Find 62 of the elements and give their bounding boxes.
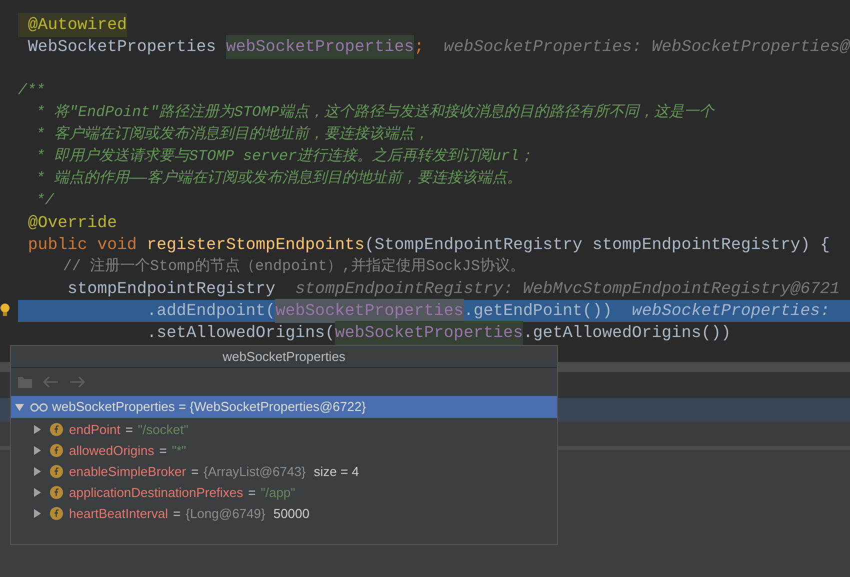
- collapse-triangle-icon[interactable]: [15, 402, 24, 412]
- field-name: endPoint: [69, 420, 120, 439]
- code-text: .getEndPoint()): [464, 300, 612, 322]
- expand-triangle-icon[interactable]: [33, 509, 42, 518]
- field-detail: 50000: [273, 504, 310, 523]
- tree-row[interactable]: applicationDestinationPrefixes = "/app": [11, 482, 557, 503]
- inline-value-hint: webSocketProperties:: [630, 300, 830, 322]
- doc-comment: * 客户端在订阅或发布消息到目的地址前，要连接该端点，: [35, 124, 430, 145]
- annotation: @Override: [26, 212, 118, 234]
- tree-row[interactable]: allowedOrigins = "*": [11, 440, 557, 461]
- doc-comment: */: [35, 190, 54, 211]
- tree-row[interactable]: webSocketProperties = {WebSocketProperties@6722}: [11, 396, 557, 418]
- lightbulb-icon[interactable]: [0, 303, 10, 317]
- field-value: {ArrayList@6743}: [204, 462, 306, 481]
- field-reference: webSocketProperties: [334, 320, 523, 346]
- doc-comment: /**: [18, 80, 46, 101]
- code-text: (StompEndpointRegistry stompEndpointRegistry) {: [364, 234, 830, 256]
- field-value: "*": [172, 442, 186, 460]
- field-value: "/socket": [138, 420, 188, 439]
- watch-glasses-icon: [30, 402, 48, 412]
- code-text: stompEndpointRegistry: [66, 278, 276, 300]
- doc-comment: * 端点的作用——客户端在订阅或发布消息到目的地址前，要连接该端点。: [35, 168, 522, 189]
- expand-triangle-icon[interactable]: [33, 446, 42, 455]
- field-name: enableSimpleBroker: [69, 462, 186, 481]
- field-value: "/app": [260, 484, 296, 502]
- equals-sign: =: [125, 420, 133, 439]
- tree-row[interactable]: heartBeatInterval = {Long@6749} 50000: [11, 503, 557, 524]
- annotation: @Autowired: [18, 12, 127, 38]
- inline-value-hint: stompEndpointRegistry: WebMvcStompEndpointRegistry@6721: [294, 278, 840, 300]
- field-icon: [50, 486, 63, 499]
- method-name: registerStompEndpoints: [146, 234, 365, 256]
- equals-sign: =: [159, 442, 167, 460]
- equals-sign: =: [191, 462, 199, 481]
- field-detail: size = 4: [314, 462, 359, 481]
- variable-text: webSocketProperties = {WebSocketProperties@6722}: [52, 398, 366, 416]
- inline-value-hint: webSocketProperties: WebSocketProperties@: [442, 36, 850, 58]
- keyword: ;: [414, 36, 424, 58]
- field-name: allowedOrigins: [69, 442, 154, 460]
- equals-sign: =: [248, 484, 256, 502]
- line-comment: // 注册一个Stomp的节点（endpoint）,并指定使用SockJS协议。: [62, 256, 526, 277]
- code-text: WebSocketProperties: [26, 36, 218, 58]
- field-name: applicationDestinationPrefixes: [69, 484, 244, 502]
- keyword: public void: [26, 234, 138, 256]
- expand-triangle-icon[interactable]: [33, 467, 42, 476]
- code-text: .getAllowedOrigins()): [523, 322, 731, 344]
- tree-row[interactable]: endPoint = "/socket": [11, 419, 557, 440]
- field-value: {Long@6749}: [186, 504, 266, 523]
- tree-row[interactable]: enableSimpleBroker = {ArrayList@6743} size = 4: [11, 461, 557, 482]
- expand-triangle-icon[interactable]: [33, 488, 42, 497]
- field-name: heartBeatInterval: [69, 504, 168, 523]
- code-text: .setAllowedOrigins(: [146, 322, 335, 344]
- field-reference: webSocketProperties: [226, 34, 414, 60]
- equals-sign: =: [173, 504, 181, 523]
- field-reference: webSocketProperties: [275, 298, 464, 324]
- field-icon: [50, 423, 63, 436]
- expand-triangle-icon[interactable]: [33, 425, 42, 434]
- code-text: .addEndpoint(: [146, 300, 276, 322]
- doc-comment: * 即用户发送请求要与STOMP server进行连接。之后再转发到订阅url；: [35, 146, 534, 167]
- doc-comment: * 将"EndPoint"路径注册为STOMP端点，这个路径与发送和接收消息的目的路径有所不同，这是一个: [35, 102, 714, 123]
- field-icon: [50, 444, 63, 457]
- field-icon: [50, 507, 63, 520]
- field-icon: [50, 465, 63, 478]
